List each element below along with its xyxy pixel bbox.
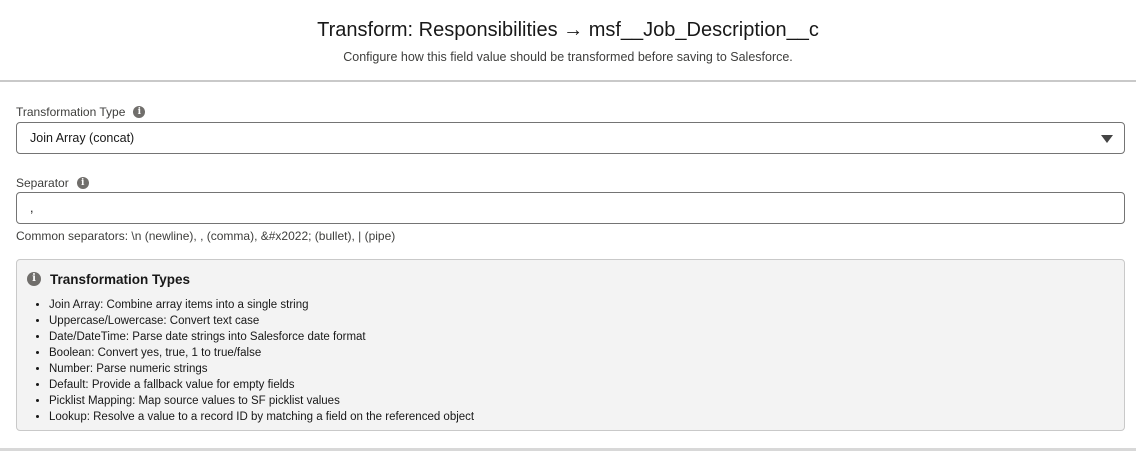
separator-field-wrap [16,192,1125,224]
list-item: Number: Parse numeric strings [49,361,474,377]
list-item: Join Array: Combine array items into a s… [49,297,474,313]
separator-label-row: Separator i [16,175,89,191]
info-box-title: Transformation Types [50,271,191,287]
transformation-type-label: Transformation Type [16,105,126,119]
separator-input[interactable] [16,192,1125,224]
info-icon[interactable]: i [133,106,146,118]
modal-header: Transform: Responsibilities → msf__Job_D… [0,0,1136,82]
chevron-down-icon[interactable] [1101,135,1113,143]
list-item: Default: Provide a fallback value for em… [49,377,474,393]
transformation-type-label-row: Transformation Type i [16,104,146,120]
modal-subtitle: Configure how this field value should be… [343,50,793,64]
transformation-type-selected: Join Array (concat) [30,131,135,145]
list-item: Uppercase/Lowercase: Convert text case [49,313,474,329]
transformation-types-list: Join Array: Combine array items into a s… [35,297,474,425]
separator-help-text: Common separators: \n (newline), , (comm… [16,229,396,243]
separator-label: Separator [16,176,69,190]
transformation-types-info-box: i Transformation Types Join Array: Combi… [16,259,1125,431]
list-item: Boolean: Convert yes, true, 1 to true/fa… [49,345,474,361]
transformation-type-select[interactable]: Join Array (concat) [16,122,1125,154]
info-box-header: i Transformation Types [27,270,190,288]
info-icon[interactable]: i [76,177,89,189]
list-item: Picklist Mapping: Map source values to S… [49,393,474,409]
info-icon: i [27,272,41,286]
modal-title: Transform: Responsibilities → msf__Job_D… [317,19,819,41]
list-item: Lookup: Resolve a value to a record ID b… [49,409,474,425]
transform-modal: Transform: Responsibilities → msf__Job_D… [0,0,1136,451]
list-item: Date/DateTime: Parse date strings into S… [49,329,474,345]
